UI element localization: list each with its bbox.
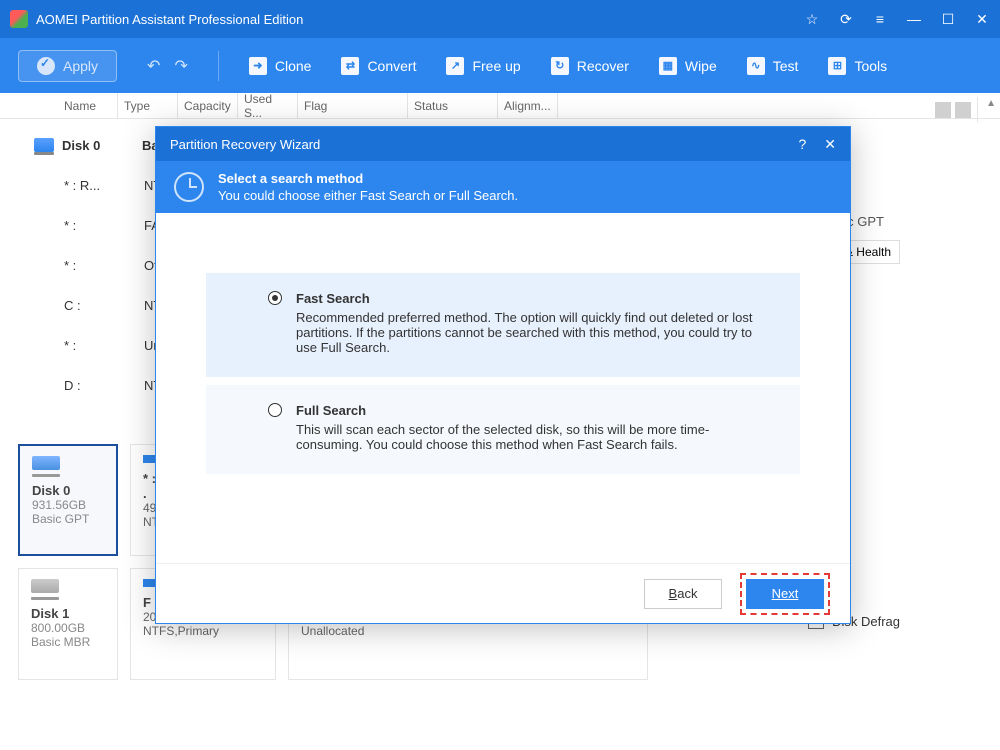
convert-button[interactable]: ⇄Convert <box>341 57 416 75</box>
col-type[interactable]: Type <box>118 93 178 118</box>
col-align[interactable]: Alignm... <box>498 93 558 118</box>
test-button[interactable]: ∿Test <box>747 57 799 75</box>
partition-recovery-wizard: Partition Recovery Wizard ? ✕ Select a s… <box>155 126 851 624</box>
close-icon[interactable]: ✕ <box>974 11 990 27</box>
clone-button[interactable]: ➜Clone <box>249 57 312 75</box>
col-name[interactable]: Name <box>58 93 118 118</box>
help-icon[interactable]: ? <box>798 136 806 152</box>
clock-icon <box>174 172 204 202</box>
tools-icon: ⊞ <box>828 57 846 75</box>
next-button[interactable]: Next <box>746 579 824 609</box>
next-button-highlight: Next <box>740 573 830 615</box>
wipe-icon: ▦ <box>659 57 677 75</box>
modal-heading: Select a search method <box>218 171 518 186</box>
redo-icon[interactable]: ↷ <box>174 56 187 76</box>
back-button[interactable]: Back <box>644 579 722 609</box>
refresh-icon[interactable]: ⟳ <box>838 11 854 27</box>
maximize-icon[interactable]: ☐ <box>940 11 956 27</box>
freeup-icon: ↗ <box>446 57 464 75</box>
disk0-card[interactable]: Disk 0 931.56GB Basic GPT <box>18 444 118 556</box>
check-icon <box>37 57 55 75</box>
view-grid-icon[interactable] <box>955 102 971 118</box>
recover-icon: ↻ <box>551 57 569 75</box>
apply-button[interactable]: Apply <box>18 50 117 82</box>
scroll-up-icon[interactable]: ▲ <box>986 98 996 109</box>
undo-icon[interactable]: ↶ <box>147 56 160 76</box>
tools-button[interactable]: ⊞Tools <box>828 57 887 75</box>
menu-icon[interactable]: ≡ <box>872 11 888 27</box>
test-icon: ∿ <box>747 57 765 75</box>
clone-icon: ➜ <box>249 57 267 75</box>
minimize-icon[interactable]: — <box>906 11 922 27</box>
full-search-option[interactable]: Full Search This will scan each sector o… <box>206 385 800 474</box>
radio-selected-icon[interactable] <box>268 291 282 305</box>
disk-icon <box>31 579 59 593</box>
recover-button[interactable]: ↻Recover <box>551 57 629 75</box>
convert-icon: ⇄ <box>341 57 359 75</box>
radio-unselected-icon[interactable] <box>268 403 282 417</box>
disk-icon <box>32 456 60 470</box>
disk-icon <box>34 138 54 152</box>
close-icon[interactable]: ✕ <box>824 136 836 153</box>
col-flag[interactable]: Flag <box>298 93 408 118</box>
modal-title: Partition Recovery Wizard <box>170 137 320 152</box>
fast-search-option[interactable]: Fast Search Recommended preferred method… <box>206 273 800 377</box>
star-icon[interactable]: ☆ <box>804 11 820 27</box>
app-logo <box>10 10 28 28</box>
modal-subheading: You could choose either Fast Search or F… <box>218 188 518 203</box>
apply-label: Apply <box>63 58 98 74</box>
grid-header: Name Type Capacity Used S... Flag Status… <box>0 93 1000 119</box>
app-title: AOMEI Partition Assistant Professional E… <box>36 12 804 27</box>
wipe-button[interactable]: ▦Wipe <box>659 57 717 75</box>
disk-kind-clip: c GPT <box>847 214 884 229</box>
col-used[interactable]: Used S... <box>238 93 298 118</box>
freeup-button[interactable]: ↗Free up <box>446 57 520 75</box>
col-status[interactable]: Status <box>408 93 498 118</box>
view-list-icon[interactable] <box>935 102 951 118</box>
disk1-card[interactable]: Disk 1 800.00GB Basic MBR <box>18 568 118 680</box>
col-capacity[interactable]: Capacity <box>178 93 238 118</box>
